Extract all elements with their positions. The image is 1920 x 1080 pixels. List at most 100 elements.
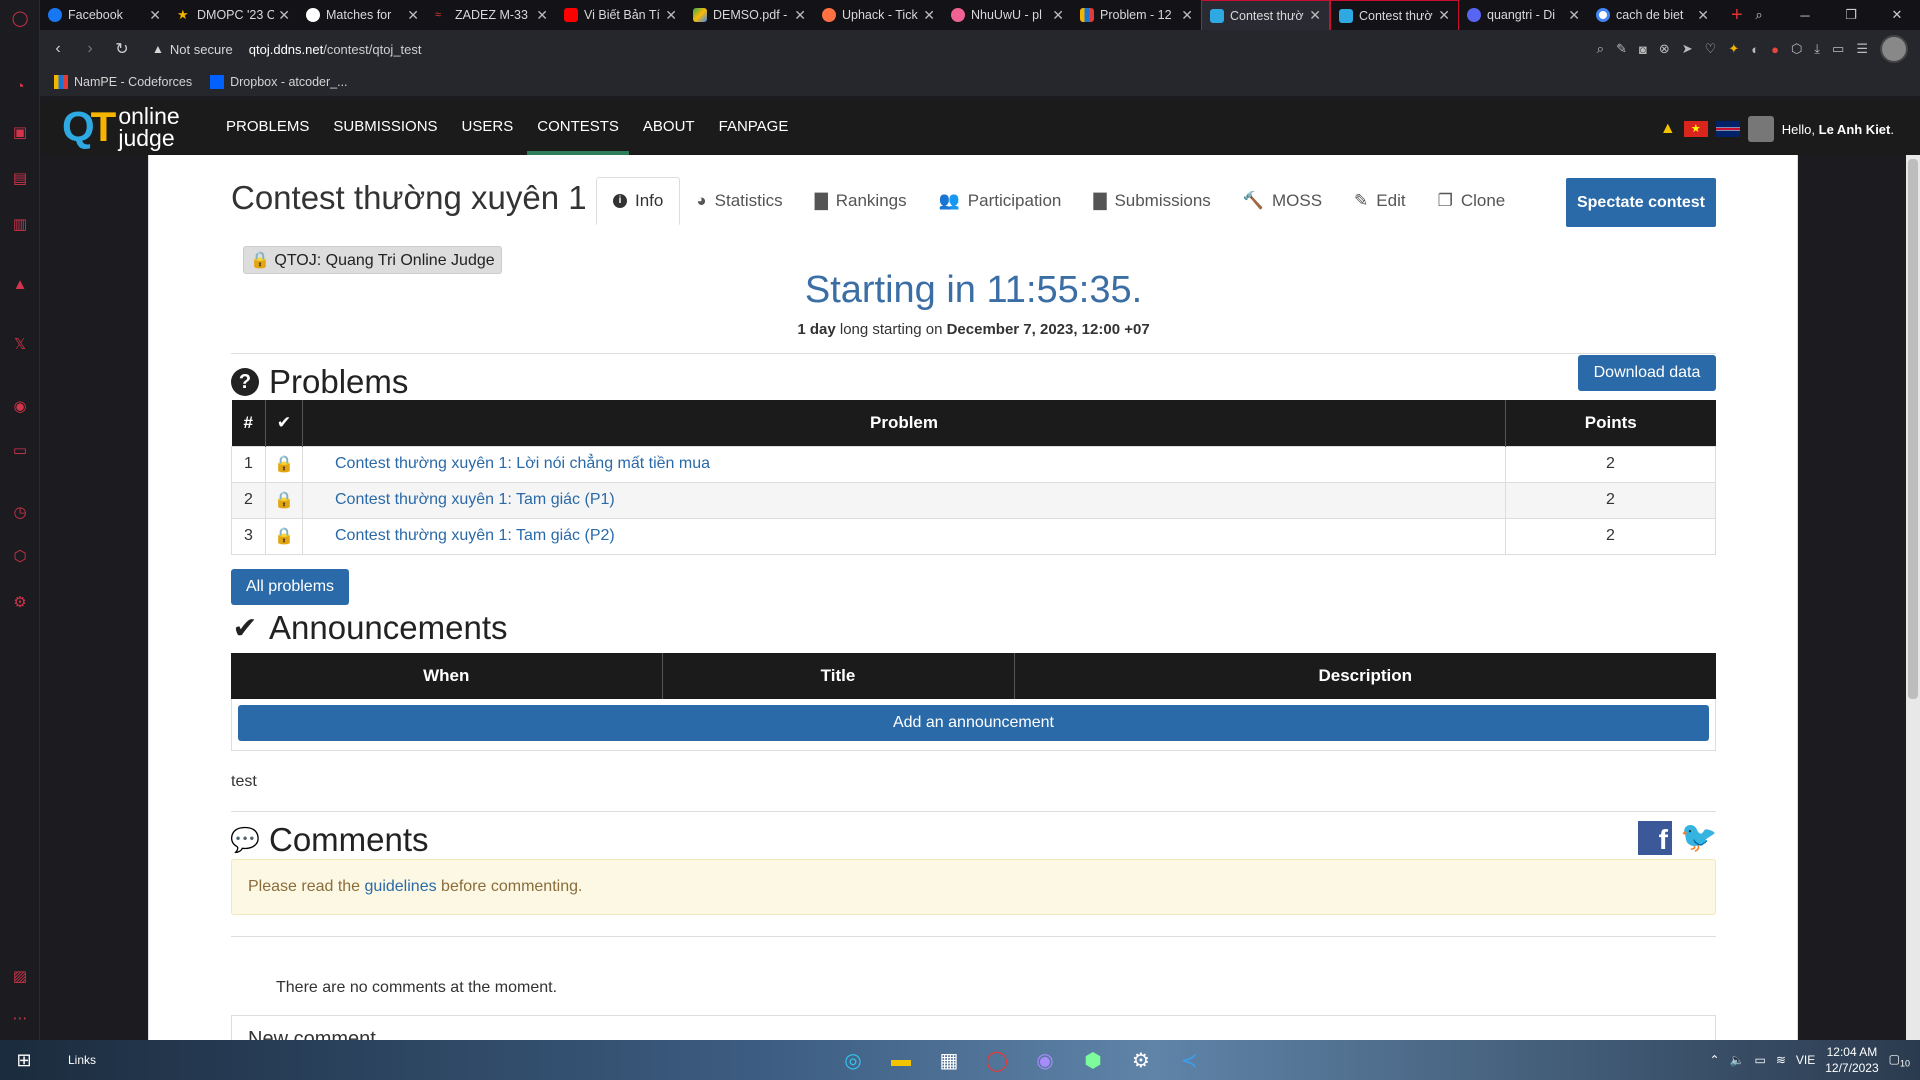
- close-icon[interactable]: ✕: [536, 7, 548, 24]
- snapshot-icon[interactable]: ▨: [11, 968, 29, 986]
- close-icon[interactable]: ✕: [149, 7, 161, 24]
- extensions-icon[interactable]: ⬡: [11, 548, 29, 566]
- adblock-icon[interactable]: ⊗: [1659, 41, 1670, 57]
- browser-tab-active[interactable]: Contest thườ ✕: [1201, 0, 1330, 30]
- windows-start-icon[interactable]: ⊞: [0, 1040, 48, 1080]
- twitter-share-icon[interactable]: 🐦: [1680, 821, 1717, 855]
- user-greeting[interactable]: Hello, Le Anh Kiet.: [1782, 122, 1894, 137]
- nav-submissions[interactable]: SUBMISSIONS: [321, 100, 449, 155]
- close-icon[interactable]: ✕: [407, 7, 419, 24]
- extension-icon[interactable]: ✦: [1728, 41, 1739, 57]
- close-window-button[interactable]: ✕: [1874, 7, 1920, 23]
- extension-icon[interactable]: ●: [1771, 42, 1779, 57]
- edge-icon[interactable]: ◎: [836, 1043, 870, 1077]
- tab-edit[interactable]: ✎ Edit: [1338, 177, 1422, 225]
- close-icon[interactable]: ✕: [1309, 7, 1321, 24]
- x-twitter-icon[interactable]: 𝕏: [11, 336, 29, 354]
- all-problems-button[interactable]: All problems: [231, 569, 349, 605]
- nav-fanpage[interactable]: FANPAGE: [707, 100, 801, 155]
- battery-icon[interactable]: ▭: [1832, 41, 1844, 57]
- player-icon[interactable]: ◉: [11, 398, 29, 416]
- bookmark[interactable]: NamPE - Codeforces: [54, 75, 192, 89]
- tab-submissions[interactable]: ▇ Submissions: [1077, 177, 1226, 225]
- close-icon[interactable]: ✕: [794, 7, 806, 24]
- browser-tab[interactable]: ★ DMOPC '23 C ✕: [169, 0, 298, 30]
- warning-icon[interactable]: ▲: [1660, 120, 1676, 138]
- opera-logo-icon[interactable]: ◯: [11, 10, 29, 28]
- camera-icon[interactable]: ◙: [1639, 42, 1647, 57]
- page-scrollbar[interactable]: [1906, 155, 1920, 1040]
- opera-icon[interactable]: ◯: [980, 1043, 1014, 1077]
- add-announcement-button[interactable]: Add an announcement: [238, 705, 1709, 741]
- tab-statistics[interactable]: ◕ Statistics: [680, 177, 798, 225]
- language-indicator[interactable]: VIE: [1796, 1053, 1815, 1067]
- more-icon[interactable]: ⋯: [11, 1010, 29, 1028]
- tab-moss[interactable]: 🔨 MOSS: [1227, 177, 1338, 225]
- forward-icon[interactable]: ›: [74, 40, 106, 58]
- close-icon[interactable]: ✕: [1697, 7, 1709, 24]
- browser-tab[interactable]: Problem - 12 ✕: [1072, 0, 1201, 30]
- url-field[interactable]: qtoj.ddns.net/contest/qtoj_test: [249, 42, 422, 57]
- wallet-icon[interactable]: ▭: [11, 442, 29, 460]
- nav-problems[interactable]: PROBLEMS: [214, 100, 321, 155]
- shopping-icon[interactable]: ▣: [11, 124, 29, 142]
- settings-icon[interactable]: ⚙: [1124, 1043, 1158, 1077]
- links-toolbar[interactable]: Links: [68, 1053, 96, 1067]
- nav-users[interactable]: USERS: [450, 100, 526, 155]
- uk-flag-icon[interactable]: [1715, 121, 1740, 137]
- spectate-contest-button[interactable]: Spectate contest: [1566, 178, 1716, 227]
- vietnam-flag-icon[interactable]: ★: [1683, 121, 1708, 137]
- close-icon[interactable]: ✕: [1052, 7, 1064, 24]
- browser-tab[interactable]: NhuUwU - pl ✕: [943, 0, 1072, 30]
- search-tabs-icon[interactable]: ⌕: [1736, 7, 1782, 23]
- browser-tab[interactable]: cach de biet ✕: [1588, 0, 1717, 30]
- close-icon[interactable]: ✕: [1568, 7, 1580, 24]
- nav-contests[interactable]: CONTESTS: [525, 100, 631, 155]
- download-data-button[interactable]: Download data: [1578, 355, 1716, 391]
- twitch-icon[interactable]: ▤: [11, 170, 29, 188]
- tab-info[interactable]: i Info: [596, 177, 681, 225]
- problem-link[interactable]: Contest thường xuyên 1: Tam giác (P1): [303, 491, 615, 508]
- tab-rankings[interactable]: ▇ Rankings: [799, 177, 923, 225]
- menu-icon[interactable]: ☰: [1856, 41, 1868, 57]
- browser-tab[interactable]: DEMSO.pdf - ✕: [685, 0, 814, 30]
- facebook-share-icon[interactable]: f: [1638, 821, 1672, 855]
- avatar[interactable]: [1747, 116, 1774, 142]
- zoom-icon[interactable]: ⌕: [1597, 41, 1604, 57]
- nox-icon[interactable]: ⬢: [1076, 1043, 1110, 1077]
- minimize-button[interactable]: ─: [1782, 8, 1828, 23]
- keyboard-icon[interactable]: ▭: [1755, 1053, 1766, 1067]
- heart-icon[interactable]: ♡: [1705, 41, 1717, 57]
- messenger-icon[interactable]: ◉: [1028, 1043, 1062, 1077]
- volume-icon[interactable]: 🔈: [1730, 1053, 1745, 1067]
- chevron-up-icon[interactable]: ⌃: [1709, 1053, 1719, 1067]
- speed-dial-icon[interactable]: ◔: [11, 78, 29, 96]
- tab-clone[interactable]: ❐ Clone: [1422, 177, 1522, 225]
- vscode-icon[interactable]: ≺: [1172, 1043, 1206, 1077]
- notification-icon[interactable]: ▢10: [1889, 1052, 1910, 1068]
- edit-icon[interactable]: ✎: [1616, 41, 1627, 57]
- settings-icon[interactable]: ⚙: [11, 594, 29, 612]
- browser-tab[interactable]: ≈ ZADEZ M-33 ✕: [427, 0, 556, 30]
- browser-tab[interactable]: Uphack - Tick ✕: [814, 0, 943, 30]
- profile-avatar[interactable]: [1880, 35, 1908, 63]
- extension-icon[interactable]: ◐: [1751, 42, 1759, 57]
- close-icon[interactable]: ✕: [665, 7, 677, 24]
- reload-icon[interactable]: ↻: [106, 39, 138, 59]
- nav-about[interactable]: ABOUT: [631, 100, 707, 155]
- restore-button[interactable]: ❐: [1828, 7, 1874, 23]
- store-icon[interactable]: ▦: [932, 1043, 966, 1077]
- file-explorer-icon[interactable]: ▬: [884, 1043, 918, 1077]
- close-icon[interactable]: ✕: [923, 7, 935, 24]
- browser-tab[interactable]: Facebook ✕: [40, 0, 169, 30]
- close-icon[interactable]: ✕: [278, 7, 290, 24]
- bookmark[interactable]: Dropbox - atcoder_...: [210, 75, 348, 89]
- tab-participation[interactable]: 👥 Participation: [923, 177, 1078, 225]
- problem-link[interactable]: Contest thường xuyên 1: Tam giác (P2): [303, 527, 615, 544]
- close-icon[interactable]: ✕: [1181, 7, 1193, 24]
- close-icon[interactable]: ✕: [1438, 7, 1450, 24]
- download-icon[interactable]: ⤓: [1814, 41, 1820, 57]
- security-indicator[interactable]: ▲ Not secure: [152, 42, 233, 57]
- guidelines-link[interactable]: guidelines: [365, 878, 437, 895]
- send-icon[interactable]: ➤: [1682, 41, 1693, 57]
